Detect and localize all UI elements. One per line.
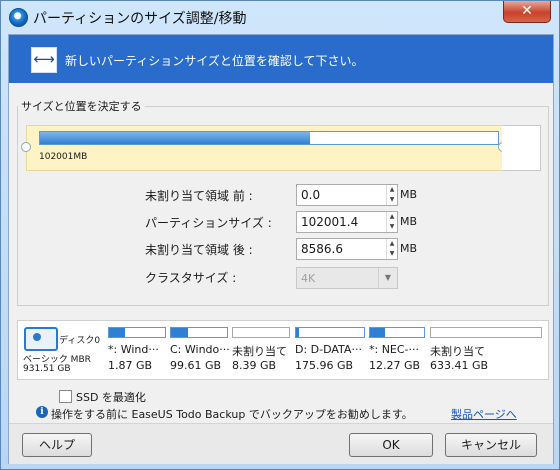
partition-name: *: Wind··· (108, 343, 159, 356)
disk-partition-5[interactable]: *: NEC-··· 12.27 GB (369, 324, 427, 376)
close-button[interactable]: ✕ (503, 1, 551, 23)
backup-info-text: 操作をする前に EaseUS Todo Backup でバックアップをお勧めしま… (51, 408, 413, 421)
unit-label: MB (400, 188, 418, 201)
partition-bar (295, 327, 365, 338)
cluster-size-label: クラスタサイズ : (145, 271, 237, 285)
disk-icon (24, 327, 58, 351)
partition-size: 175.96 GB (295, 359, 354, 372)
disk-partition-2[interactable]: C: Windo··· 99.61 GB (170, 324, 230, 376)
unallocated-before-label: 未割り当て領域 前 : (145, 189, 253, 203)
partition-name: 未割り当て (430, 345, 485, 358)
partition-name: *: NEC-··· (369, 343, 420, 356)
partition-name: D: D-DATA··· (295, 343, 362, 356)
partition-bar (108, 327, 166, 338)
banner-text: 新しいパーティションサイズと位置を確認して下さい。 (65, 54, 364, 68)
partition-size-input[interactable]: 102001.4 ▲ ▼ (296, 211, 398, 233)
partition-size: 12.27 GB (369, 359, 421, 372)
window-title: パーティションのサイズ調整/移動 (33, 11, 247, 27)
spinner-arrows-icon[interactable]: ▲ ▼ (386, 185, 397, 205)
spinner-arrows-icon[interactable]: ▲ ▼ (386, 212, 397, 232)
app-icon (9, 8, 28, 27)
partition-size-label: 102001MB (39, 152, 88, 162)
unit-label: MB (400, 242, 418, 255)
left-resize-handle[interactable] (21, 142, 31, 152)
partition-size-field-label: パーティションサイズ : (145, 216, 272, 230)
partition-bar (39, 131, 499, 145)
chevron-down-icon: ▼ (378, 268, 397, 288)
help-button[interactable]: ヘルプ (22, 433, 92, 457)
partition-name: C: Windo··· (170, 343, 230, 356)
partition-size: 99.61 GB (170, 359, 222, 372)
unallocated-after-value: 8586.6 (301, 242, 343, 256)
partition-fill (171, 328, 188, 337)
partition-bar (369, 327, 425, 338)
cluster-size-select[interactable]: 4K ▼ (296, 267, 398, 289)
partition-size: 633.41 GB (430, 359, 489, 372)
dialog-footer: ヘルプ OK キャンセル (9, 423, 553, 464)
unallocated-before-input[interactable]: 0.0 ▲ ▼ (296, 184, 398, 206)
resize-arrows-icon: ⟷ (31, 47, 57, 73)
disk-map: ディスク0 ベーシック MBR 931.51 GB *: Wind··· 1.8… (17, 320, 549, 380)
product-page-link[interactable]: 製品ページへ (451, 406, 517, 422)
unallocated-before-value: 0.0 (301, 188, 321, 202)
spinner-arrows-icon[interactable]: ▲ ▼ (386, 239, 397, 259)
unit-label: MB (400, 215, 418, 228)
partition-resize-area[interactable]: 102001MB (26, 125, 504, 171)
partition-used-fill (40, 132, 311, 144)
partition-bar (170, 327, 228, 338)
partition-name: 未割り当て (232, 345, 287, 358)
unallocated-after-area (502, 125, 541, 171)
ssd-optimize-checkbox[interactable] (59, 390, 72, 403)
partition-size-value: 102001.4 (301, 215, 359, 229)
disk-partition-1[interactable]: *: Wind··· 1.87 GB (108, 324, 168, 376)
disk-name: ディスク0 (59, 336, 101, 346)
unallocated-after-label: 未割り当て領域 後 : (145, 243, 253, 257)
partition-bar (430, 327, 542, 338)
group-legend: サイズと位置を決定する (18, 98, 145, 114)
ssd-optimize-label: SSD を最適化 (76, 391, 146, 404)
partition-size: 8.39 GB (232, 359, 277, 372)
partition-fill (370, 328, 386, 337)
cancel-button[interactable]: キャンセル (445, 433, 537, 457)
title-bar: パーティションのサイズ調整/移動 ✕ (1, 1, 559, 33)
partition-size: 1.87 GB (108, 359, 153, 372)
partition-bar (232, 327, 290, 338)
info-icon: i (36, 406, 48, 418)
disk-partition-6[interactable]: 未割り当て 633.41 GB (430, 324, 544, 376)
partition-fill (296, 328, 299, 337)
disk-size: 931.51 GB (23, 364, 71, 374)
disk-partition-3[interactable]: 未割り当て 8.39 GB (232, 324, 292, 376)
cluster-size-value: 4K (301, 272, 316, 285)
partition-fill (109, 328, 125, 337)
info-banner: ⟷ 新しいパーティションサイズと位置を確認して下さい。 (9, 35, 553, 83)
ok-button[interactable]: OK (349, 433, 433, 457)
disk-partition-4[interactable]: D: D-DATA··· 175.96 GB (295, 324, 367, 376)
unallocated-after-input[interactable]: 8586.6 ▲ ▼ (296, 238, 398, 260)
dialog-window: パーティションのサイズ調整/移動 ✕ ⟷ 新しいパーティションサイズと位置を確認… (0, 0, 560, 470)
dialog-body: ⟷ 新しいパーティションサイズと位置を確認して下さい。 サイズと位置を決定する … (8, 34, 554, 464)
